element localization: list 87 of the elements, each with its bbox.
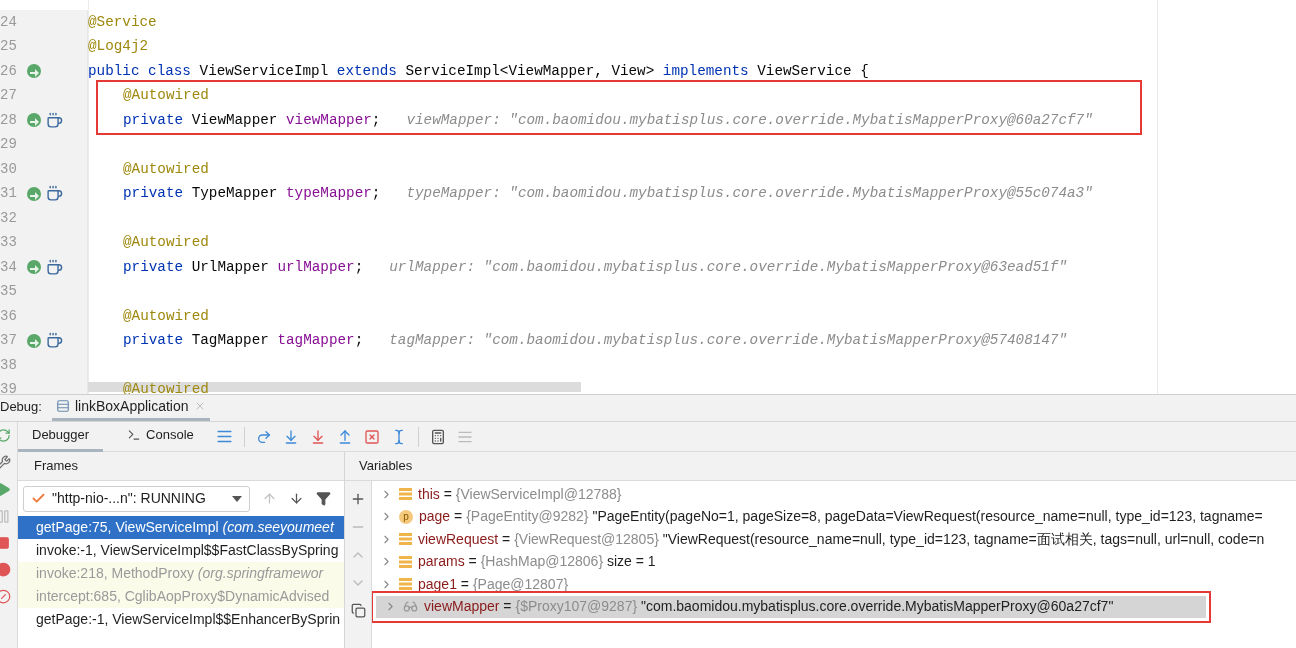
code-text: private TypeMapper typeMapper; [123,184,381,204]
java-cup-icon[interactable] [46,111,63,129]
next-frame-icon[interactable] [289,491,304,506]
variable-text: viewRequest = {ViewRequest@12805} "ViewRequest(resource_name=null, type_id=123, tagname=面试相关, tags=null, url=null, code=n [418,529,1265,549]
wrench-icon[interactable] [0,455,11,470]
code-text: private UrlMapper urlMapper; [123,257,364,277]
line-number: 28 [0,110,18,130]
variable-text: viewMapper = {$Proxy107@9287} "com.baomidou.mybatisplus.core.override.MybatisMapperProxy@60a27cf7" [424,597,1114,617]
line-number: 24 [0,12,18,32]
code-text: private TagMapper tagMapper; [123,331,364,351]
java-cup-icon[interactable] [46,332,63,350]
bean-icon[interactable] [26,112,42,129]
variable-row[interactable]: viewRequest = {ViewRequest@12805} "ViewRequest(resource_name=null, type_id=123, tagname=面试相关, tags=null, url=null, code=n [372,528,1296,551]
field-icon [399,532,412,547]
bean-icon[interactable] [26,259,42,276]
line-number: 26 [0,61,18,81]
line-number: 31 [0,184,18,204]
step-over-icon[interactable] [255,428,272,445]
application-icon [55,399,70,413]
mute-breakpoints-icon[interactable] [0,589,11,604]
resume-icon[interactable] [0,482,11,497]
code-text: @Autowired [123,159,209,179]
code-text: @Autowired [123,233,209,253]
line-number: 39 [0,380,18,394]
line-number: 33 [0,233,18,253]
bean-icon[interactable] [26,63,42,80]
scrollbar[interactable] [88,382,581,392]
variable-text: this = {ViewServiceImpl@12788} [418,484,622,504]
previous-frame-icon[interactable] [262,491,277,506]
calculator-icon[interactable] [429,428,446,445]
inline-value-hint: typeMapper: "com.baomidou.mybatisplus.core.override.MybatisMapperProxy@55c074a3" [406,184,1093,204]
code-text: @Autowired [123,86,209,106]
inline-value-hint: urlMapper: "com.baomidou.mybatisplus.core.override.MybatisMapperProxy@63ead51f" [389,257,1068,277]
code-text: @Autowired [123,306,209,326]
frame-item[interactable]: getPage:-1, ViewServiceImpl$$EnhancerBySprin [18,608,344,631]
parameter-badge: p [399,509,413,524]
field-icon [399,487,412,502]
line-number: 25 [0,37,18,57]
rerun-icon[interactable] [0,428,11,443]
line-number: 30 [0,159,18,179]
variable-row[interactable]: params = {HashMap@12806} size = 1 [372,550,1296,573]
filter-icon[interactable] [316,491,331,506]
java-cup-icon[interactable] [46,185,63,203]
line-number: 36 [0,306,18,326]
variable-row[interactable]: page1 = {Page@12807} [372,573,1296,596]
add-watch-icon[interactable] [350,491,366,507]
inline-value-hint: viewMapper: "com.baomidou.mybatisplus.core.override.MybatisMapperProxy@60a27cf7" [406,110,1093,130]
line-number: 29 [0,135,18,155]
code-text: @Log4j2 [88,37,149,57]
field-icon [399,554,412,569]
variable-text: page1 = {Page@12807} [418,574,569,594]
pause-icon[interactable] [0,509,11,524]
menu-icon[interactable] [215,428,233,445]
code-text: public class ViewServiceImpl extends ServiceImpl<ViewMapper, View> implements ViewService { [88,61,869,81]
inline-value-hint: tagMapper: "com.baomidou.mybatisplus.core.override.MybatisMapperProxy@57408147" [389,331,1068,351]
variable-row[interactable]: this = {ViewServiceImpl@12788} [372,483,1296,506]
bean-icon[interactable] [26,332,42,349]
stop-icon[interactable] [0,536,10,550]
copy-icon[interactable] [350,603,366,618]
frames-title: Frames [33,457,79,476]
code-text: @Service [88,12,157,32]
variable-row[interactable]: p page = {PageEntity@9282} "PageEntity(pageNo=1, pageSize=8, pageData=ViewRequest(resource_name=null, type_id=123, tagname= [372,505,1296,528]
dropdown-arrow-icon [232,495,242,502]
frame-item[interactable]: invoke:-1, ViewServiceImpl$$FastClassBySpring [18,539,344,562]
debug-label: Debug: [0,397,42,416]
breakpoints-icon[interactable] [0,562,11,577]
thread-dropdown[interactable]: "http-nio-...n": RUNNING [23,485,250,512]
check-icon [31,491,46,506]
drop-frame-icon[interactable] [363,428,380,445]
bean-icon[interactable] [26,185,42,202]
code-text: private ViewMapper viewMapper; [123,110,381,130]
field-icon [399,577,412,592]
line-number: 37 [0,331,18,351]
line-number: 35 [0,282,18,302]
debugger-tab[interactable]: Console [113,421,208,452]
variables-title: Variables [358,457,413,476]
variable-text: page = {PageEntity@9282} "PageEntity(pageNo=1, pageSize=8, pageData=ViewRequest(resource_name=null, type_id=123, tagname= [419,507,1263,527]
console-icon [127,428,142,442]
debugger-tab[interactable]: Debugger [18,421,104,452]
line-number: 34 [0,257,18,277]
java-cup-icon[interactable] [46,258,63,276]
session-tab[interactable]: linkBoxApplication [51,394,210,421]
variable-text: params = {HashMap@12806} size = 1 [418,552,656,572]
line-number: 38 [0,355,18,375]
line-number: 27 [0,86,18,106]
frame-item[interactable]: getPage:75, ViewServiceImpl (com.seeyoumeet [18,516,344,539]
line-number: 32 [0,208,18,228]
